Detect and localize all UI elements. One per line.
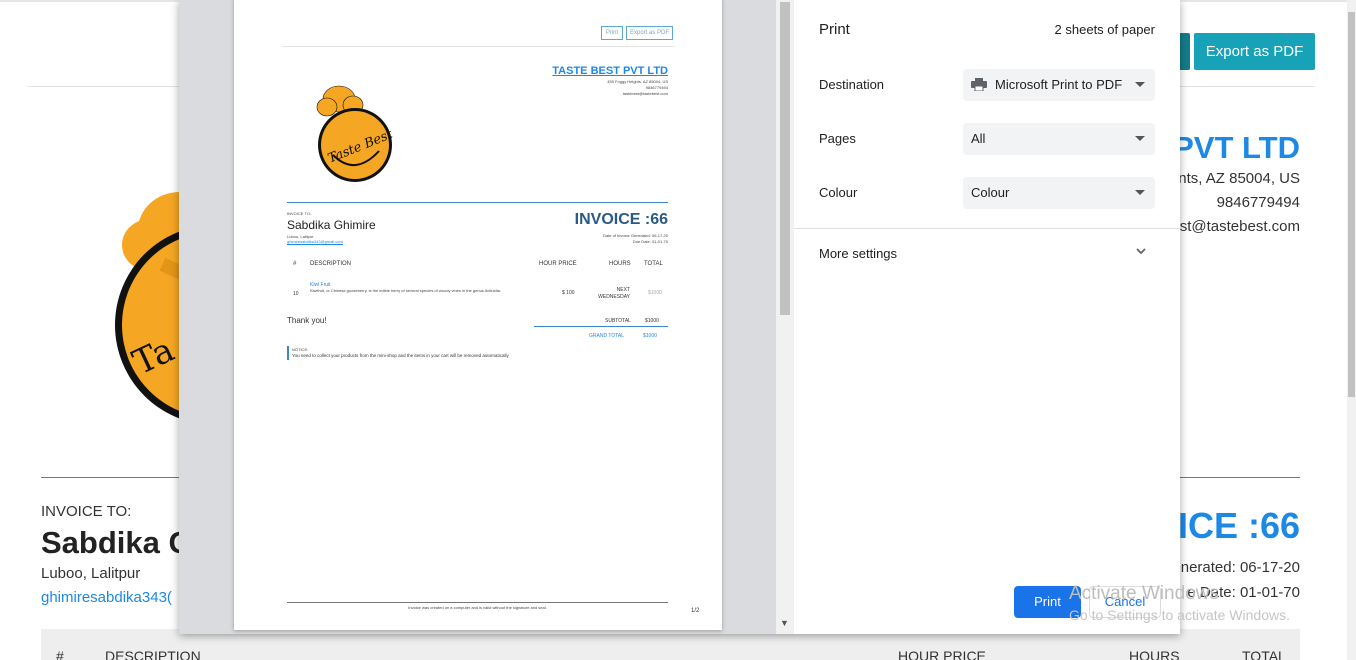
- print-dialog: Print Export as PDF TASTE BEST PVT LTD 4…: [179, 0, 1180, 634]
- scroll-down-arrow-icon[interactable]: ▼: [780, 618, 789, 628]
- preview-grand-total-label: GRAND TOTAL: [589, 333, 625, 339]
- activation-watermark-subtitle: Go to Settings to activate Windows.: [1069, 607, 1290, 623]
- preview-header-divider: [282, 46, 674, 47]
- sheet-count: 2 sheets of paper: [1054, 22, 1155, 37]
- more-settings-toggle[interactable]: More settings: [819, 246, 897, 261]
- preview-client-name: Sabdika Ghimire: [287, 218, 376, 232]
- destination-select[interactable]: Microsoft Print to PDF: [963, 69, 1155, 101]
- th-hour-price: HOUR PRICE: [898, 648, 986, 660]
- print-preview-area: Print Export as PDF TASTE BEST PVT LTD 4…: [179, 0, 794, 634]
- preview-th-num: #: [293, 261, 297, 267]
- preview-footer-divider: [287, 602, 668, 603]
- company-name: PVT LTD: [1173, 130, 1300, 165]
- invoice-number: ICE :66: [1177, 505, 1300, 546]
- pages-value: All: [971, 131, 986, 146]
- preview-due-date: Due Date: 01-01-70: [632, 239, 668, 244]
- th-num: #: [56, 648, 64, 660]
- preview-notice-label: NOTICE:: [292, 347, 309, 352]
- date-generated: nerated: 06-17-20: [1180, 559, 1300, 576]
- printer-icon: [971, 78, 987, 91]
- preview-invoice-to-label: INVOICE TO:: [287, 211, 312, 216]
- preview-th-hours: HOURS: [609, 261, 631, 267]
- preview-notice-text: You need to collect your products from t…: [292, 353, 509, 358]
- chevron-down-icon: [1135, 82, 1145, 87]
- th-total: TOTAL: [1242, 648, 1286, 660]
- preview-logo: Taste Best: [316, 85, 395, 182]
- preview-scrollbar[interactable]: ▼: [776, 0, 794, 634]
- th-description: DESCRIPTION: [105, 648, 201, 660]
- preview-item-hours: NEXT WEDNESDAY: [598, 287, 630, 300]
- preview-th-description: DESCRIPTION: [310, 261, 352, 267]
- pages-label: Pages: [819, 131, 856, 146]
- preview-subtotal-value: $1000: [645, 318, 659, 324]
- preview-date-generated: Date of Invoice Generated: 06-17-20: [603, 233, 668, 238]
- chevron-down-icon: [1135, 190, 1145, 195]
- preview-client-email: ghimiresabdika343@gmail.com: [287, 239, 343, 244]
- preview-th-hour-price: HOUR PRICE: [539, 261, 577, 267]
- company-address: nts, AZ 85004, US: [1178, 170, 1300, 187]
- preview-print-button: Print: [601, 26, 623, 40]
- preview-thanks: Thank you!: [287, 316, 327, 325]
- colour-label: Colour: [819, 185, 858, 200]
- preview-company-address: 455 Foggy Heights, AZ 85004, US: [607, 79, 668, 84]
- page-scrollbar[interactable]: [1347, 0, 1356, 660]
- preview-th-total: TOTAL: [644, 261, 663, 267]
- th-hours: HOURS: [1129, 648, 1180, 660]
- export-pdf-button[interactable]: Export as PDF: [1194, 33, 1315, 70]
- colour-value: Colour: [971, 185, 1010, 200]
- destination-value: Microsoft Print to PDF: [995, 77, 1123, 92]
- print-title: Print: [819, 21, 850, 38]
- client-email-link[interactable]: ghimiresabdika343(: [41, 589, 172, 606]
- print-settings-panel: Print 2 sheets of paper Destination Micr…: [794, 0, 1180, 634]
- preview-company-name: TASTE BEST PVT LTD: [552, 65, 668, 77]
- colour-select[interactable]: Colour: [963, 177, 1155, 209]
- preview-scrollbar-thumb[interactable]: [780, 2, 790, 315]
- settings-divider: [794, 228, 1180, 229]
- chevron-down-icon[interactable]: [1134, 244, 1148, 258]
- preview-footer: Invoice was created on a computer and is…: [408, 605, 547, 610]
- preview-export-button: Export as PDF: [626, 26, 673, 40]
- preview-section-divider: [287, 202, 668, 203]
- preview-invoice-number: INVOICE :66: [574, 211, 668, 228]
- screen: Export as PDF PVT LTD nts, AZ 85004, US …: [0, 0, 1356, 660]
- preview-company-email: tastebest@tastebest.com: [622, 91, 668, 96]
- activation-watermark-title: Activate Windows: [1069, 583, 1219, 604]
- company-email: st@tastebest.com: [1179, 218, 1300, 235]
- preview-page: Print Export as PDF TASTE BEST PVT LTD 4…: [234, 0, 722, 630]
- preview-item-description: Kiwifruit, or Chinese gooseberry, is the…: [310, 288, 501, 293]
- pages-select[interactable]: All: [963, 123, 1155, 155]
- preview-company-phone: 9846779494: [645, 85, 668, 90]
- preview-item-price: $ 100: [562, 290, 575, 296]
- preview-item-num: 10: [293, 291, 299, 297]
- page-scrollbar-thumb[interactable]: [1348, 12, 1355, 397]
- preview-page-number: 1/2: [691, 608, 700, 614]
- preview-item-total: $1000: [648, 290, 662, 296]
- preview-notice-bar: [287, 346, 289, 360]
- chevron-down-icon: [1135, 136, 1145, 141]
- preview-subtotal-divider: [534, 326, 668, 327]
- destination-label: Destination: [819, 77, 885, 92]
- invoice-to-label: INVOICE TO:: [41, 503, 132, 520]
- client-name: Sabdika G: [41, 525, 193, 560]
- preview-grand-total-value: $1000: [643, 333, 657, 339]
- company-phone: 9846779494: [1216, 194, 1300, 211]
- preview-subtotal-label: SUBTOTAL: [605, 318, 631, 324]
- client-address: Luboo, Lalitpur: [41, 565, 141, 582]
